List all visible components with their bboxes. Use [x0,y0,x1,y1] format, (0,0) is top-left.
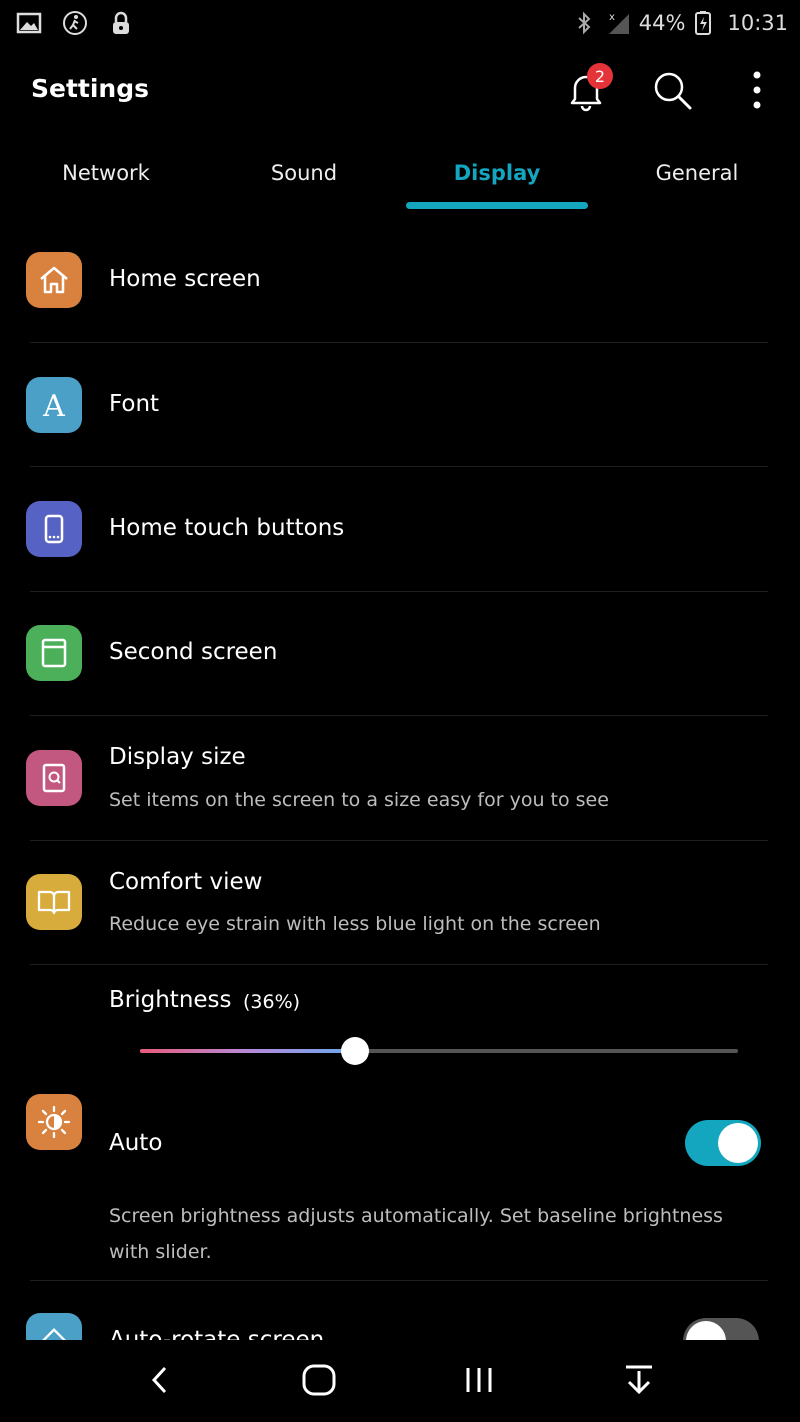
page-title: Settings [31,74,150,103]
search-button[interactable] [644,64,700,120]
home-button[interactable] [289,1358,349,1406]
lock-icon [108,10,134,36]
tab-sound[interactable]: Sound [238,161,370,185]
list-item-font[interactable]: A Font [0,343,800,467]
item-title: Comfort view [109,869,263,895]
search-icon [649,67,695,117]
walking-icon [62,10,88,36]
recents-icon [462,1365,496,1399]
brightness-value: (36%) [243,991,301,1013]
auto-brightness-toggle[interactable] [685,1120,761,1166]
book-icon [26,874,82,930]
item-title: Home touch buttons [109,515,345,541]
notification-badge: 2 [587,63,613,89]
item-description: Screen brightness adjusts automatically.… [109,1205,723,1263]
list-item-home-touch-buttons[interactable]: Home touch buttons [0,467,800,591]
tab-network[interactable]: Network [40,161,172,185]
phone-buttons-icon [26,501,82,557]
home-icon [26,252,82,308]
navigation-bar [0,1340,800,1422]
divider [30,964,768,965]
home-circle-icon [301,1363,337,1401]
font-icon: A [26,377,82,433]
svg-text:x: x [609,12,615,23]
svg-text:A: A [42,389,65,422]
item-title: Display size [109,744,246,770]
app-header: Settings [0,56,800,126]
status-bar: x 44% 10:31 [0,0,800,48]
toggle-knob [718,1123,758,1163]
list-item-home-screen[interactable]: Home screen [0,218,800,342]
tab-bar: Network Sound Display General [0,145,800,215]
rotate-icon [26,1313,82,1340]
tab-general[interactable]: General [631,161,763,185]
more-options-button[interactable] [729,64,785,120]
brightness-icon [26,1094,82,1150]
tab-display[interactable]: Display [431,161,563,185]
gallery-icon [16,10,42,36]
battery-percent: 44% [638,11,686,35]
list-item-auto-rotate[interactable]: Auto-rotate screen [0,1281,800,1340]
auto-rotate-toggle[interactable] [683,1318,759,1340]
item-title: Second screen [109,639,278,665]
brightness-label: Brightness [109,987,232,1013]
list-item-second-screen[interactable]: Second screen [0,592,800,716]
notification-drawer-button[interactable] [609,1358,669,1406]
back-icon [145,1364,175,1400]
brightness-slider[interactable] [140,1037,738,1065]
brightness-header: Brightness (36%) [0,985,800,1025]
toggle-knob [686,1321,726,1340]
item-subtitle: Reduce eye strain with less blue light o… [109,913,601,935]
active-tab-indicator [406,202,588,209]
arrow-down-icon [622,1363,656,1401]
signal-icon: x [605,10,631,36]
item-title: Auto [109,1130,163,1156]
bluetooth-icon [571,10,597,36]
brightness-slider-thumb[interactable] [341,1037,370,1065]
second-screen-icon [26,625,82,681]
display-size-icon [26,750,82,806]
list-item-auto-brightness[interactable]: Auto Screen brightness adjusts automatic… [0,1090,800,1280]
more-vert-icon [747,67,767,117]
brightness-slider-fill [140,1049,356,1053]
recents-button[interactable] [449,1358,509,1406]
list-item-comfort-view[interactable]: Comfort view Reduce eye strain with less… [0,841,800,965]
list-item-display-size[interactable]: Display size Set items on the screen to … [0,716,800,840]
item-title: Home screen [109,266,261,292]
item-title: Auto-rotate screen [109,1327,325,1340]
battery-charging-icon [693,10,719,36]
clock: 10:31 [727,11,788,35]
back-button[interactable] [130,1358,190,1406]
item-title: Font [109,391,160,417]
item-subtitle: Set items on the screen to a size easy f… [109,789,609,811]
